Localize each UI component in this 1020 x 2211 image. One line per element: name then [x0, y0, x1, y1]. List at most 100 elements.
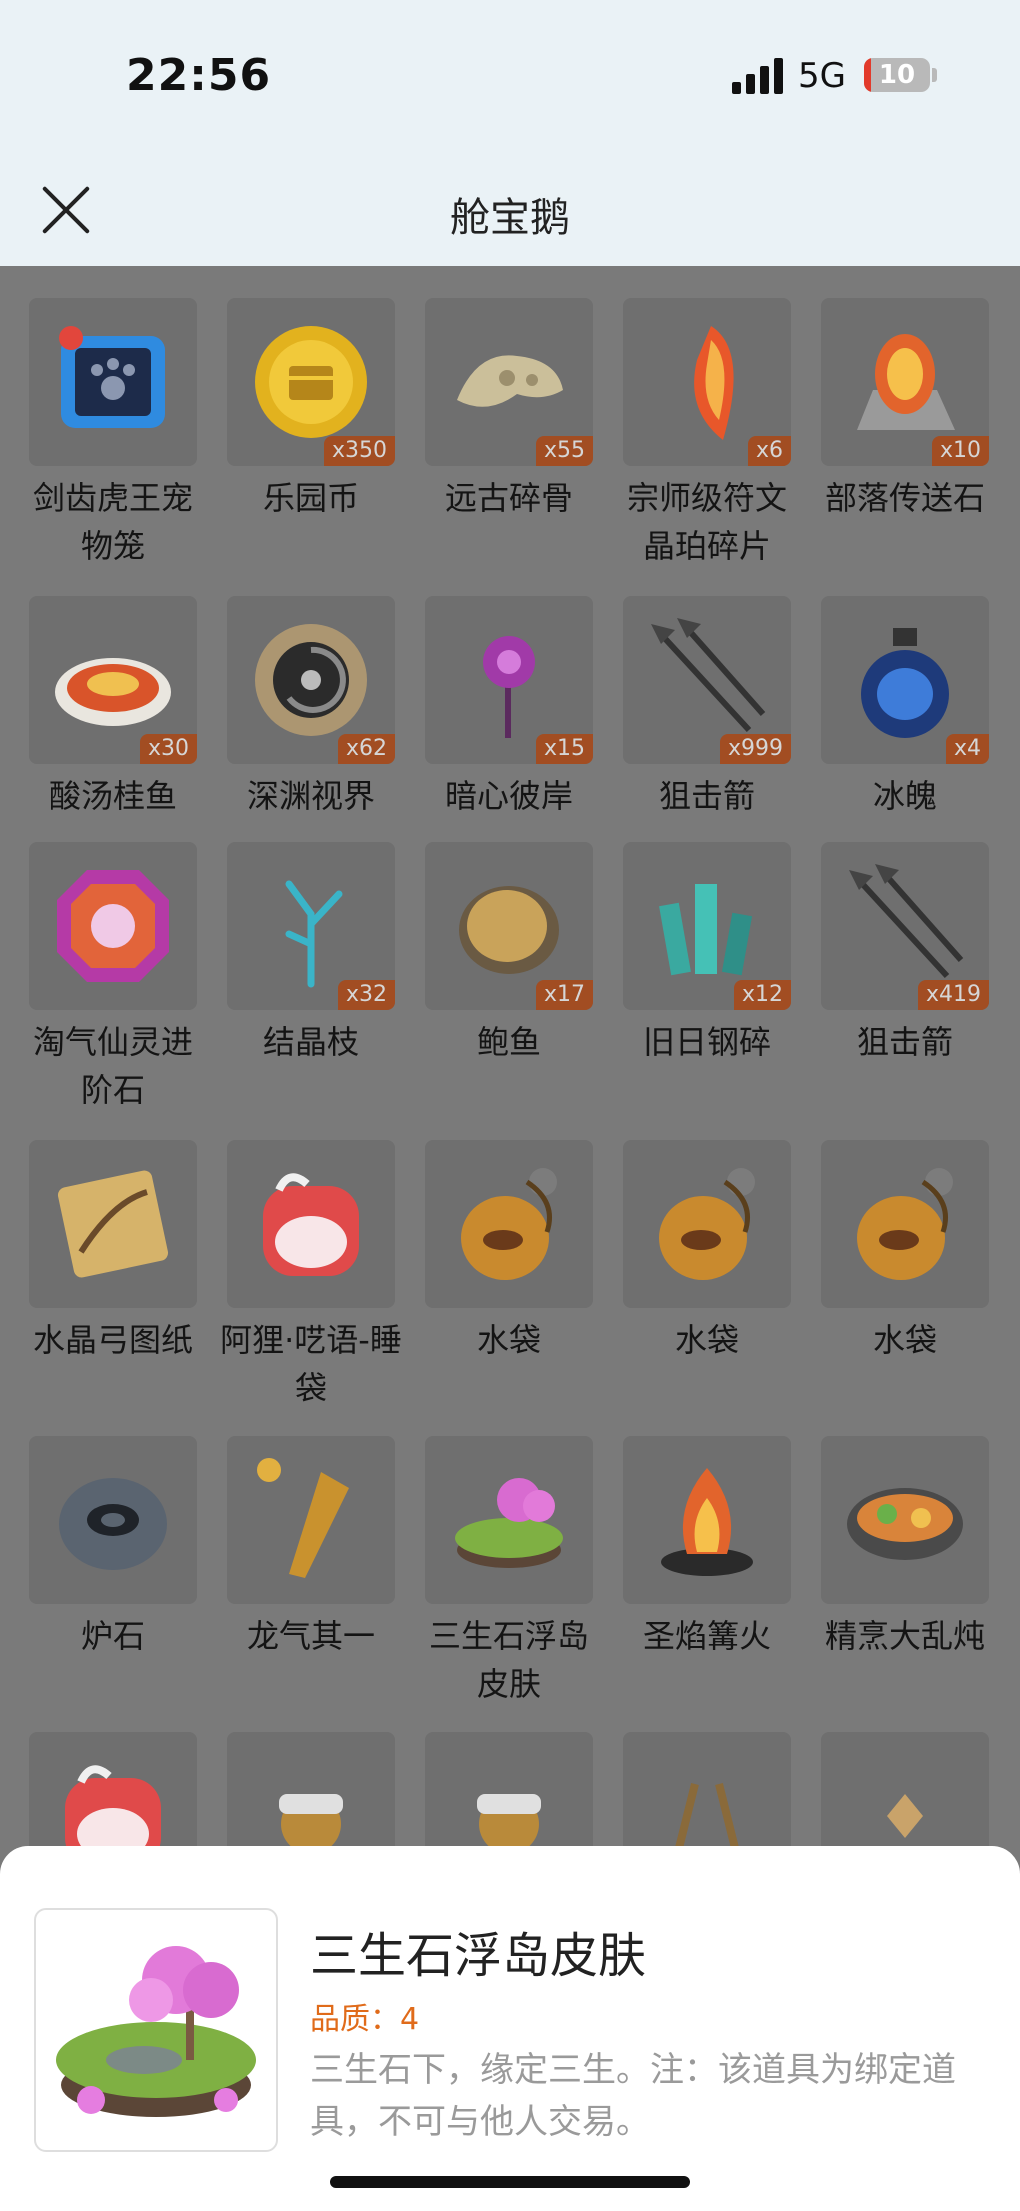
- spider-lily-icon: [483, 636, 535, 738]
- inventory-item[interactable]: 阿狸·呓语-睡袋: [216, 1140, 406, 1412]
- item-tile[interactable]: [623, 1140, 791, 1308]
- inventory-item[interactable]: x32 结晶枝: [216, 842, 406, 1066]
- inventory-item[interactable]: [810, 1732, 1000, 1846]
- inventory-item[interactable]: 水晶弓图纸: [18, 1140, 208, 1364]
- item-count-badge: x10: [931, 436, 989, 466]
- inventory-item[interactable]: 精烹大乱炖: [810, 1436, 1000, 1660]
- inventory-item[interactable]: 三生石浮岛皮肤: [414, 1436, 604, 1708]
- inventory-item[interactable]: x6 宗师级符文晶珀碎片: [612, 298, 802, 570]
- arrow-icon: [849, 864, 964, 979]
- home-indicator: [330, 2176, 690, 2188]
- item-tile[interactable]: [623, 1732, 791, 1846]
- item-tile[interactable]: [227, 1732, 395, 1846]
- item-name: 旧日钢碎: [642, 1023, 771, 1061]
- inventory-item[interactable]: 水袋: [612, 1140, 802, 1364]
- floating-island-icon: [455, 1478, 563, 1568]
- item-count-badge: x350: [323, 436, 395, 466]
- item-tile[interactable]: x999: [623, 596, 791, 764]
- water-bag-icon: [461, 1168, 557, 1280]
- inventory-item[interactable]: 炉石: [18, 1436, 208, 1660]
- item-tile[interactable]: x419: [821, 842, 989, 1010]
- detail-item-quality: 品质：4: [310, 2002, 420, 2037]
- inventory-item[interactable]: [18, 1732, 208, 1846]
- item-tile[interactable]: x350: [227, 298, 395, 466]
- item-tile[interactable]: [29, 1140, 197, 1308]
- item-tile[interactable]: [227, 1140, 395, 1308]
- pet-cage-icon: [59, 326, 165, 428]
- signal-icon: [732, 58, 784, 94]
- floating-island-icon: [56, 1946, 256, 2117]
- inventory-item[interactable]: [216, 1732, 406, 1846]
- item-tile[interactable]: [821, 1436, 989, 1604]
- item-tile[interactable]: x15: [425, 596, 593, 764]
- item-name: 酸汤桂鱼: [48, 777, 177, 815]
- bow-scroll-icon: [57, 1170, 169, 1278]
- inventory-item[interactable]: x419 狙击箭: [810, 842, 1000, 1066]
- inventory-item[interactable]: x15 暗心彼岸: [414, 596, 604, 820]
- golden-cannon-icon: [279, 1794, 343, 1846]
- item-tile[interactable]: [425, 1436, 593, 1604]
- item-tile[interactable]: x4: [821, 596, 989, 764]
- item-tile[interactable]: x55: [425, 298, 593, 466]
- inventory-item[interactable]: x350 乐园币: [216, 298, 406, 522]
- teleport-stone-icon: [857, 334, 955, 430]
- stew-bowl-icon: [847, 1488, 963, 1560]
- inventory-item[interactable]: x55 远古碎骨: [414, 298, 604, 522]
- item-tile[interactable]: [29, 298, 197, 466]
- inventory-item[interactable]: x4 冰魄: [810, 596, 1000, 820]
- item-tile[interactable]: x17: [425, 842, 593, 1010]
- item-tile[interactable]: x62: [227, 596, 395, 764]
- inventory-item[interactable]: 圣焰篝火: [612, 1436, 802, 1660]
- inventory-item[interactable]: x12 旧日钢碎: [612, 842, 802, 1066]
- item-tile[interactable]: x6: [623, 298, 791, 466]
- item-count-badge: x12: [733, 980, 791, 1010]
- inventory-item[interactable]: 水袋: [414, 1140, 604, 1364]
- inventory-item[interactable]: [612, 1732, 802, 1846]
- item-tile[interactable]: x12: [623, 842, 791, 1010]
- item-name: 圣焰篝火: [642, 1617, 771, 1655]
- item-tile[interactable]: x30: [29, 596, 197, 764]
- inventory-item[interactable]: 龙气其一: [216, 1436, 406, 1660]
- item-name: 部落传送石: [824, 479, 985, 517]
- item-name: 狙击箭: [658, 777, 755, 815]
- inventory-item[interactable]: x17 鲍鱼: [414, 842, 604, 1066]
- water-bag-icon: [659, 1168, 755, 1280]
- inventory-item[interactable]: x30 酸汤桂鱼: [18, 596, 208, 820]
- inventory-item[interactable]: x62 深渊视界: [216, 596, 406, 820]
- item-name: 阿狸·呓语-睡袋: [220, 1321, 402, 1407]
- wooden-frame-icon: [675, 1783, 739, 1846]
- item-detail-sheet: 三生石浮岛皮肤 品质：4 三生石下，缘定三生。注：该道具为绑定道具，不可与他人交…: [0, 1846, 1020, 2211]
- item-tile[interactable]: [29, 1436, 197, 1604]
- inventory-item[interactable]: 淘气仙灵进阶石: [18, 842, 208, 1114]
- item-name: 乐园币: [262, 479, 359, 517]
- detail-item-description: 三生石下，缘定三生。注：该道具为绑定道具，不可与他人交易。: [310, 2050, 956, 2142]
- item-tile[interactable]: [425, 1732, 593, 1846]
- item-name: 宗师级符文晶珀碎片: [626, 479, 787, 565]
- water-bag-icon: [857, 1168, 953, 1280]
- item-tile[interactable]: [623, 1436, 791, 1604]
- item-tile[interactable]: [227, 1436, 395, 1604]
- item-tile[interactable]: [29, 1732, 197, 1846]
- item-count-badge: x4: [945, 734, 989, 764]
- item-tile[interactable]: [29, 842, 197, 1010]
- inventory-item[interactable]: 剑齿虎王宠物笼: [18, 298, 208, 570]
- item-name: 远古碎骨: [444, 479, 573, 517]
- inventory-item[interactable]: x10 部落传送石: [810, 298, 1000, 522]
- inventory-item[interactable]: x999 狙击箭: [612, 596, 802, 820]
- item-tile[interactable]: [821, 1732, 989, 1846]
- item-name: 水袋: [872, 1321, 937, 1359]
- inventory-grid: 剑齿虎王宠物笼 x350 乐园币 x55 远古碎骨 x6 宗师级符文晶珀碎片 x10 部落传送石…: [0, 266, 1020, 1846]
- item-name: 水晶弓图纸: [32, 1321, 193, 1359]
- item-tile[interactable]: [425, 1140, 593, 1308]
- item-tile[interactable]: x32: [227, 842, 395, 1010]
- inventory-item[interactable]: [414, 1732, 604, 1846]
- item-name: 精烹大乱炖: [824, 1617, 985, 1655]
- inventory-item[interactable]: 水袋: [810, 1140, 1000, 1364]
- item-tile[interactable]: [821, 1140, 989, 1308]
- fish-dish-icon: [55, 658, 171, 726]
- item-name: 冰魄: [872, 777, 937, 815]
- detail-item-image: [34, 1908, 278, 2152]
- hearthstone-icon: [59, 1478, 167, 1570]
- item-count-badge: x32: [337, 980, 395, 1010]
- item-tile[interactable]: x10: [821, 298, 989, 466]
